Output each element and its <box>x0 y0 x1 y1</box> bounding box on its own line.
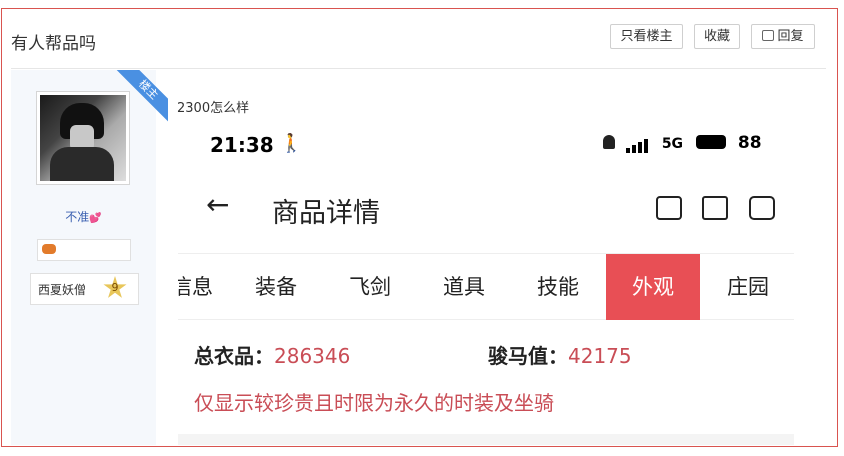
post-text: 2300怎么样 <box>177 101 250 116</box>
outfit-label: 总衣品： <box>194 344 274 368</box>
status-time: 21:38 <box>210 133 274 157</box>
content-divider <box>178 434 794 445</box>
heart-icon: 💕 <box>89 213 102 224</box>
tab-equipment: 装备 <box>255 275 297 299</box>
username-text: 不准 <box>65 210 90 224</box>
display-note: 仅显示较珍贵且时限为永久的时装及坐骑 <box>194 391 554 415</box>
status-right: 5G 88 <box>603 133 762 153</box>
rank-name: 西夏妖僧 <box>38 283 87 297</box>
game-badge <box>37 239 131 261</box>
op-badge: 楼主 <box>116 70 168 122</box>
reply-icon <box>762 30 775 41</box>
network-type: 5G <box>661 136 684 152</box>
walking-icon: 🚶 <box>280 133 303 154</box>
reply-label: 回复 <box>777 29 804 44</box>
signal-icon <box>626 133 650 153</box>
thread-title: 有人帮品吗 <box>11 34 96 54</box>
attached-screenshot[interactable]: 21:38 🚶 5G 88 ← 商品详情 信息 装备 飞剑 道具 技能 外观 庄… <box>178 125 794 445</box>
favorite-button[interactable]: 收藏 <box>694 24 740 49</box>
avatar-image <box>40 95 126 181</box>
mount-stat: 骏马值：42175 <box>488 340 632 369</box>
author-sidebar: 楼主 不准💕 西夏妖僧 9 <box>11 70 168 445</box>
share-icon <box>656 196 682 220</box>
rank-star-icon: 9 <box>103 276 127 298</box>
op-badge-label: 楼主 <box>116 70 168 122</box>
category-tabs: 信息 装备 飞剑 道具 技能 外观 庄园 <box>178 253 794 320</box>
tab-items: 道具 <box>443 275 485 299</box>
thread-header: 有人帮品吗 只看楼主 收藏 回复 <box>11 9 826 69</box>
mount-label: 骏马值： <box>488 344 568 368</box>
outfit-stat: 总衣品：286346 <box>194 340 350 369</box>
folder-icon <box>702 196 728 220</box>
tab-info: 信息 <box>178 275 213 299</box>
battery-icon <box>696 135 727 149</box>
tab-flying-sword: 飞剑 <box>349 275 391 299</box>
battery-level: 88 <box>737 133 762 153</box>
mount-value: 42175 <box>568 344 632 368</box>
mail-icon <box>749 196 775 220</box>
tab-manor: 庄园 <box>727 275 769 299</box>
rank-box: 西夏妖僧 9 <box>30 273 139 305</box>
tab-skills: 技能 <box>537 275 579 299</box>
author-username[interactable]: 不准💕 <box>11 208 156 225</box>
mute-bell-icon <box>603 135 615 149</box>
only-op-button[interactable]: 只看楼主 <box>610 24 683 49</box>
reply-button[interactable]: 回复 <box>751 24 815 49</box>
tab-appearance: 外观 <box>606 254 700 320</box>
gamepad-icon <box>42 244 56 254</box>
back-arrow-icon: ← <box>206 188 230 221</box>
product-detail-title: 商品详情 <box>272 198 380 229</box>
outfit-value: 286346 <box>274 344 351 368</box>
